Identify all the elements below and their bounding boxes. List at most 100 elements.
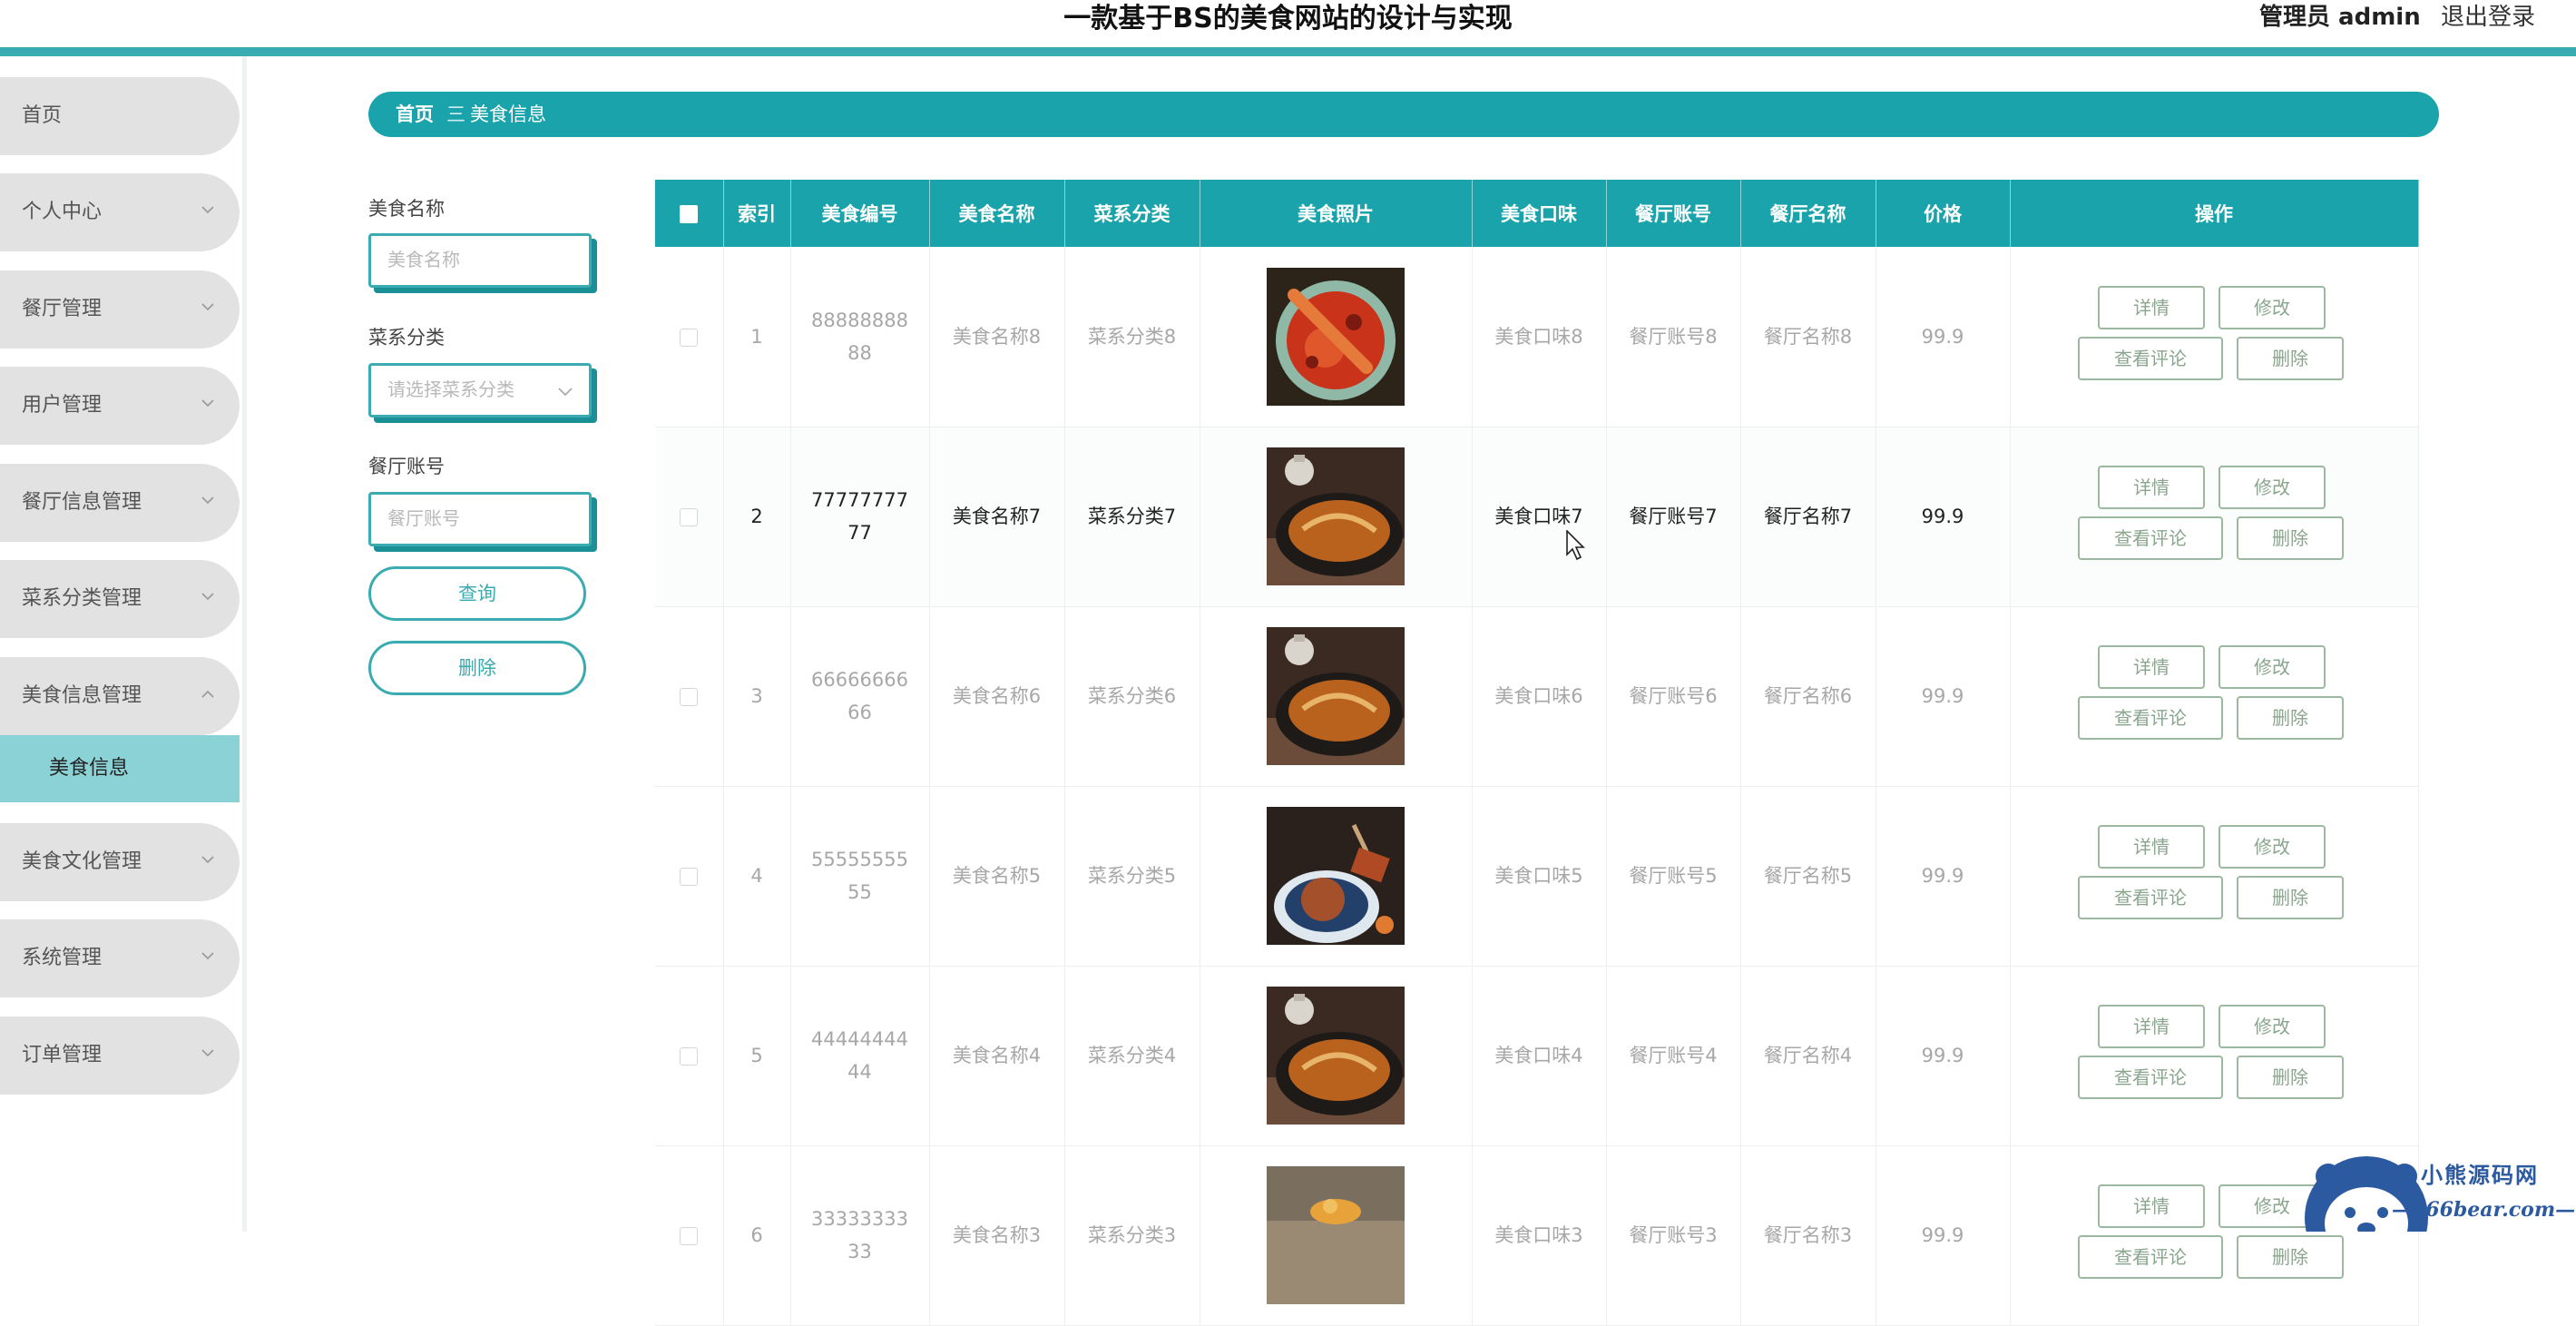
- row-checkbox[interactable]: [680, 868, 699, 886]
- delete-button[interactable]: 删除: [2237, 696, 2344, 740]
- sidebar-item-system-mgmt[interactable]: 系统管理: [0, 919, 240, 997]
- sidebar-item-label: 首页: [22, 104, 63, 127]
- name-cell: 美食名称7: [929, 427, 1065, 607]
- chevron-up-icon: [201, 690, 214, 701]
- logout-link[interactable]: 退出登录: [2441, 0, 2535, 36]
- restaurant-cell: 餐厅名称3: [1740, 1145, 1876, 1326]
- price-cell: 99.9: [1876, 1145, 2011, 1326]
- table-row: 6 3333333333 美食名称3 菜系分类3 美食口味3 餐厅账号3 餐厅名…: [655, 1145, 2419, 1326]
- delete-button[interactable]: 删除: [2237, 876, 2344, 919]
- edit-button[interactable]: 修改: [2218, 645, 2326, 689]
- detail-button[interactable]: 详情: [2098, 1184, 2205, 1228]
- detail-button[interactable]: 详情: [2098, 466, 2205, 509]
- sidebar-item-label: 订单管理: [22, 1044, 103, 1066]
- row-checkbox[interactable]: [680, 688, 699, 706]
- column-header: 餐厅账号: [1606, 180, 1741, 247]
- sidebar-item-cuisine-category-mgmt[interactable]: 菜系分类管理: [0, 560, 240, 638]
- sidebar-item-user-mgmt[interactable]: 用户管理: [0, 367, 240, 445]
- account-cell: 餐厅账号6: [1606, 606, 1741, 787]
- sidebar-item-restaurant-mgmt[interactable]: 餐厅管理: [0, 270, 240, 349]
- index-cell: 2: [723, 427, 791, 607]
- table-row: 3 6666666666 美食名称6 菜系分类6 美食口味6 餐厅账号6 餐厅名…: [655, 606, 2419, 787]
- photo-cell: [1200, 966, 1473, 1146]
- food-photo[interactable]: [1267, 447, 1405, 585]
- row-checkbox[interactable]: [680, 1227, 699, 1245]
- row-checkbox[interactable]: [680, 328, 699, 347]
- detail-button[interactable]: 详情: [2098, 285, 2205, 329]
- batch-delete-button[interactable]: 删除: [368, 641, 586, 695]
- row-select-cell: [655, 966, 724, 1146]
- price-cell: 99.9: [1876, 427, 2011, 607]
- search-button[interactable]: 查询: [368, 566, 586, 621]
- view-comments-button[interactable]: 查看评论: [2078, 1235, 2223, 1279]
- price-cell: 99.9: [1876, 786, 2011, 967]
- category-cell: 菜系分类7: [1064, 427, 1200, 607]
- row-checkbox[interactable]: [680, 1047, 699, 1066]
- edit-button[interactable]: 修改: [2218, 1005, 2326, 1048]
- taste-cell: 美食口味6: [1472, 606, 1607, 787]
- food-photo[interactable]: [1267, 807, 1405, 945]
- food-photo[interactable]: [1267, 1166, 1405, 1304]
- category-select[interactable]: 请选择菜系分类: [368, 363, 592, 417]
- delete-button[interactable]: 删除: [2237, 336, 2344, 380]
- select-all-checkbox[interactable]: [680, 205, 699, 223]
- sidebar: 首页 个人中心 餐厅管理 用户管理 餐厅信息管理 菜系分类管理 美食信息管理 美…: [0, 56, 247, 1232]
- edit-button[interactable]: 修改: [2218, 466, 2326, 509]
- table-header: 索引 美食编号 美食名称 菜系分类 美食照片 美食口味 餐厅账号 餐厅名称 价格…: [655, 180, 2419, 247]
- actions-cell: 详情 修改 查看评论 删除: [2010, 606, 2419, 787]
- account-input[interactable]: 餐厅账号: [368, 492, 592, 546]
- taste-cell: 美食口味8: [1472, 247, 1607, 427]
- detail-button[interactable]: 详情: [2098, 645, 2205, 689]
- detail-button[interactable]: 详情: [2098, 1005, 2205, 1048]
- sidebar-item-restaurant-info-mgmt[interactable]: 餐厅信息管理: [0, 464, 240, 542]
- food-photo[interactable]: [1267, 987, 1405, 1125]
- index-cell: 1: [723, 247, 791, 427]
- sidebar-item-food-info-mgmt[interactable]: 美食信息管理: [0, 657, 240, 735]
- actions-cell: 详情 修改 查看评论 删除: [2010, 247, 2419, 427]
- sidebar-item-home[interactable]: 首页: [0, 77, 240, 155]
- chevron-down-icon: [201, 206, 214, 217]
- price-cell: 99.9: [1876, 966, 2011, 1146]
- table-row: 4 5555555555 美食名称5 菜系分类5 美食口味5 餐厅账号5 餐厅名…: [655, 786, 2419, 967]
- edit-button[interactable]: 修改: [2218, 825, 2326, 869]
- sidebar-subitem-food-info[interactable]: 美食信息: [0, 735, 240, 802]
- breadcrumb-home[interactable]: 首页: [396, 92, 434, 137]
- name-cell: 美食名称8: [929, 247, 1065, 427]
- row-select-cell: [655, 606, 724, 787]
- food-name-input[interactable]: 美食名称: [368, 233, 592, 288]
- view-comments-button[interactable]: 查看评论: [2078, 696, 2223, 740]
- code-cell: 3333333333: [790, 1145, 930, 1326]
- category-placeholder: 请选择菜系分类: [387, 378, 514, 400]
- breadcrumb: 首页 三 美食信息: [368, 92, 2439, 137]
- detail-button[interactable]: 详情: [2098, 825, 2205, 869]
- sidebar-item-food-culture-mgmt[interactable]: 美食文化管理: [0, 823, 240, 901]
- delete-button[interactable]: 删除: [2237, 516, 2344, 560]
- breadcrumb-current: 美食信息: [470, 103, 546, 125]
- chevron-down-icon: [201, 952, 214, 963]
- photo-cell: [1200, 247, 1473, 427]
- food-name-placeholder: 美食名称: [387, 249, 460, 270]
- view-comments-button[interactable]: 查看评论: [2078, 1056, 2223, 1099]
- row-checkbox[interactable]: [680, 508, 699, 526]
- chevron-down-icon: [201, 303, 214, 314]
- sidebar-item-label: 餐厅管理: [22, 298, 103, 320]
- delete-button[interactable]: 删除: [2237, 1235, 2344, 1279]
- chevron-down-icon: [201, 856, 214, 867]
- delete-button[interactable]: 删除: [2237, 1056, 2344, 1099]
- view-comments-button[interactable]: 查看评论: [2078, 876, 2223, 919]
- view-comments-button[interactable]: 查看评论: [2078, 336, 2223, 380]
- food-photo[interactable]: [1267, 627, 1405, 765]
- select-all-cell[interactable]: [655, 180, 724, 247]
- sidebar-item-personal-center[interactable]: 个人中心: [0, 173, 240, 251]
- sidebar-item-order-mgmt[interactable]: 订单管理: [0, 1017, 240, 1095]
- edit-button[interactable]: 修改: [2218, 285, 2326, 329]
- view-comments-button[interactable]: 查看评论: [2078, 516, 2223, 560]
- current-user: 管理员 admin: [2259, 4, 2421, 31]
- sidebar-item-label: 餐厅信息管理: [22, 491, 142, 514]
- food-photo[interactable]: [1267, 267, 1405, 406]
- chevron-down-icon: [201, 399, 214, 410]
- taste-cell: 美食口味3: [1472, 1145, 1607, 1326]
- actions-cell: 详情 修改 查看评论 删除: [2010, 966, 2419, 1146]
- photo-cell: [1200, 1145, 1473, 1326]
- name-cell: 美食名称4: [929, 966, 1065, 1146]
